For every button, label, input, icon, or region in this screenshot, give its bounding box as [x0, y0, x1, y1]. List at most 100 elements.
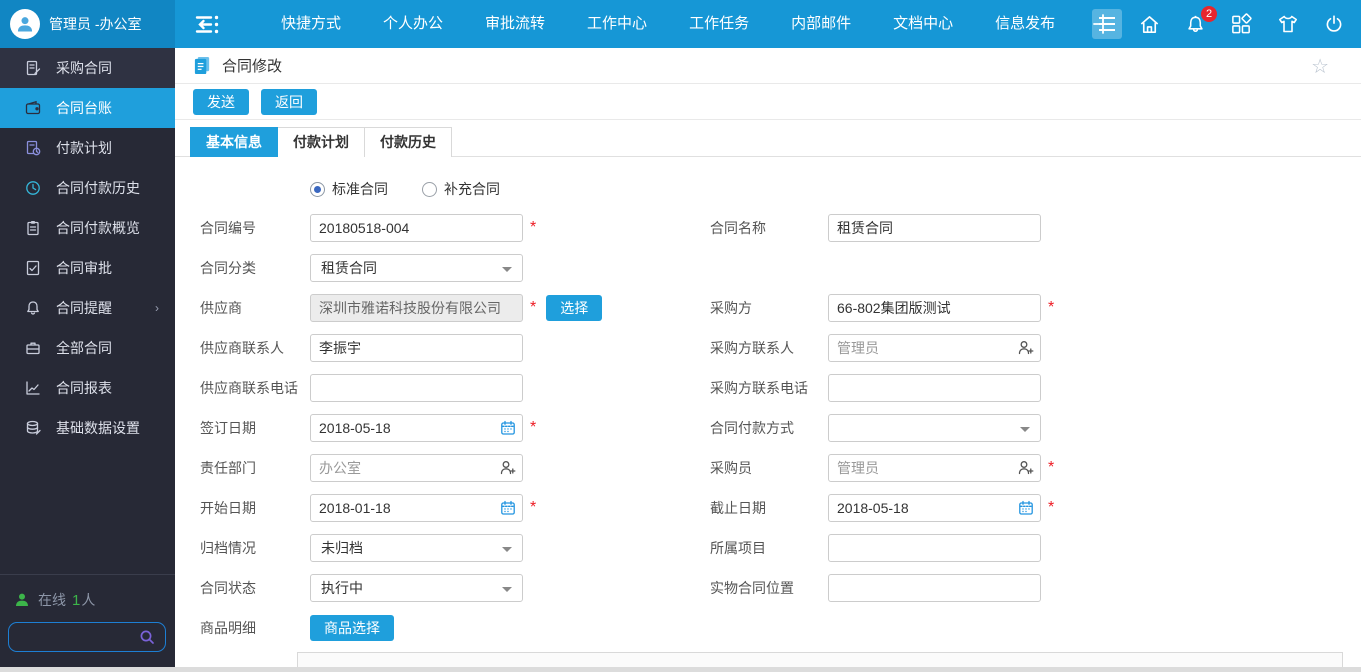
- field-label: 合同编号: [200, 220, 256, 236]
- physical-location-input[interactable]: [828, 574, 1041, 602]
- menu-item-internal-mail[interactable]: 内部邮件: [770, 0, 872, 48]
- contract-category-select[interactable]: 租赁合同: [310, 254, 523, 282]
- menu-item-work-tasks[interactable]: 工作任务: [668, 0, 770, 48]
- menu-item-shortcuts[interactable]: 快捷方式: [260, 0, 362, 48]
- required-marker: *: [530, 499, 537, 516]
- menu-item-personal-office[interactable]: 个人办公: [362, 0, 464, 48]
- goods-select-button[interactable]: 商品选择: [310, 615, 394, 641]
- bell-icon[interactable]: 2: [1184, 5, 1217, 36]
- toolbar: 发送 返回: [175, 84, 1361, 120]
- field-label: 开始日期: [200, 500, 256, 516]
- tab-basic-info[interactable]: 基本信息: [190, 127, 278, 157]
- person-add-icon[interactable]: [1018, 460, 1034, 475]
- menu-item-info-publish[interactable]: 信息发布: [974, 0, 1076, 48]
- radio-standard-contract[interactable]: 标准合同: [310, 179, 388, 199]
- field-label: 归档情况: [200, 540, 256, 556]
- sidebar-item-all-contracts[interactable]: 全部合同: [0, 328, 175, 368]
- page-title: 合同修改: [222, 58, 283, 75]
- theme-shirt-icon[interactable]: [1276, 12, 1300, 36]
- page-header: 合同修改 ☆: [175, 48, 1361, 84]
- sidebar-item-base-data-settings[interactable]: 基础数据设置: [0, 408, 175, 448]
- contract-status-select[interactable]: 执行中: [310, 574, 523, 602]
- tab-payment-plan[interactable]: 付款计划: [278, 127, 365, 157]
- power-icon[interactable]: [1323, 13, 1345, 35]
- calendar-icon[interactable]: [500, 420, 516, 436]
- form-row-supplier-phone: 供应商联系电话: [200, 368, 602, 408]
- wallet-icon: [24, 100, 41, 116]
- sidebar-item-purchase-contract[interactable]: 采购合同: [0, 48, 175, 88]
- calendar-icon[interactable]: [1018, 500, 1034, 516]
- sign-date-input[interactable]: [310, 414, 523, 442]
- send-button[interactable]: 发送: [193, 88, 249, 115]
- supplier-select-button[interactable]: 选择: [546, 295, 603, 321]
- sidebar-item-payment-plan[interactable]: 付款计划: [0, 128, 175, 168]
- purchaser-input[interactable]: [828, 294, 1041, 322]
- sidebar-item-payment-overview[interactable]: 合同付款概览: [0, 208, 175, 248]
- chevron-down-icon: [502, 267, 512, 272]
- collapse-menu-icon[interactable]: [195, 14, 222, 35]
- field-label: 商品明细: [200, 620, 256, 636]
- user-block[interactable]: 管理员 -办公室: [0, 0, 175, 48]
- responsible-dept-input[interactable]: [310, 454, 523, 482]
- calendar-icon[interactable]: [500, 500, 516, 516]
- sidebar-search-input[interactable]: [9, 629, 139, 645]
- project-input[interactable]: [828, 534, 1041, 562]
- online-count: 1: [72, 591, 81, 609]
- document-icon: [194, 56, 210, 75]
- person-add-icon[interactable]: [1018, 340, 1034, 355]
- sidebar-item-contract-reports[interactable]: 合同报表: [0, 368, 175, 408]
- form-row-contract-status: 合同状态 执行中: [200, 568, 602, 608]
- field-label: 供应商联系电话: [200, 380, 298, 396]
- main-menu: 快捷方式 个人办公 审批流转 工作中心 工作任务 内部邮件 文档中心 信息发布: [260, 0, 1123, 48]
- briefcase-icon: [24, 340, 41, 356]
- contract-form: 标准合同 补充合同 合同编号 * 合同分类 租赁合同: [175, 157, 1361, 672]
- field-label: 合同名称: [710, 220, 766, 236]
- field-label: 合同状态: [200, 580, 256, 596]
- user-name: 管理员 -办公室: [49, 16, 142, 32]
- sidebar-item-label: 合同报表: [56, 380, 112, 396]
- favorite-star-icon[interactable]: ☆: [1311, 54, 1329, 79]
- home-icon[interactable]: [1138, 13, 1161, 36]
- select-value: 租赁合同: [321, 260, 377, 276]
- chevron-down-icon: [502, 547, 512, 552]
- apps-grid-icon[interactable]: [1230, 12, 1253, 36]
- menu-item-document-center[interactable]: 文档中心: [872, 0, 974, 48]
- required-marker: *: [1048, 459, 1055, 476]
- menu-item-work-center[interactable]: 工作中心: [566, 0, 668, 48]
- archive-status-select[interactable]: 未归档: [310, 534, 523, 562]
- radio-supplement-contract[interactable]: 补充合同: [422, 179, 500, 199]
- form-row-purchaser: 采购方 *: [710, 288, 1054, 328]
- sidebar-item-contract-reminder[interactable]: 合同提醒 ›: [0, 288, 175, 328]
- online-label: 在线: [38, 592, 66, 608]
- purchaser-phone-input[interactable]: [828, 374, 1041, 402]
- sidebar-item-contract-approval[interactable]: 合同审批: [0, 248, 175, 288]
- person-add-icon[interactable]: [500, 460, 516, 475]
- sidebar-item-payment-history[interactable]: 合同付款历史: [0, 168, 175, 208]
- sidebar-item-contract-ledger[interactable]: 合同台账: [0, 88, 175, 128]
- radio-selected-icon: [310, 181, 325, 197]
- contract-name-input[interactable]: [828, 214, 1041, 242]
- clipboard-icon: [24, 220, 41, 236]
- form-row-purchaser-contact: 采购方联系人: [710, 328, 1054, 368]
- online-status: 在线 1 人: [14, 590, 95, 610]
- buyer-input[interactable]: [828, 454, 1041, 482]
- contract-number-input[interactable]: [310, 214, 523, 242]
- required-marker: *: [530, 299, 537, 316]
- supplier-phone-input[interactable]: [310, 374, 523, 402]
- field-label: 所属项目: [710, 540, 766, 556]
- plus-icon[interactable]: [1091, 12, 1115, 36]
- field-label: 采购员: [710, 460, 752, 476]
- search-icon[interactable]: [139, 629, 155, 645]
- menu-item-approval-flow[interactable]: 审批流转: [464, 0, 566, 48]
- payment-method-select[interactable]: [828, 414, 1041, 442]
- purchaser-contact-input[interactable]: [828, 334, 1041, 362]
- start-date-input[interactable]: [310, 494, 523, 522]
- end-date-input[interactable]: [828, 494, 1041, 522]
- field-label: 采购方联系人: [710, 340, 794, 356]
- back-button[interactable]: 返回: [261, 88, 317, 115]
- field-label: 签订日期: [200, 420, 256, 436]
- supplier-contact-input[interactable]: [310, 334, 523, 362]
- tab-payment-history[interactable]: 付款历史: [365, 127, 452, 157]
- sidebar-item-label: 采购合同: [56, 60, 112, 76]
- sidebar-item-label: 合同台账: [56, 100, 112, 116]
